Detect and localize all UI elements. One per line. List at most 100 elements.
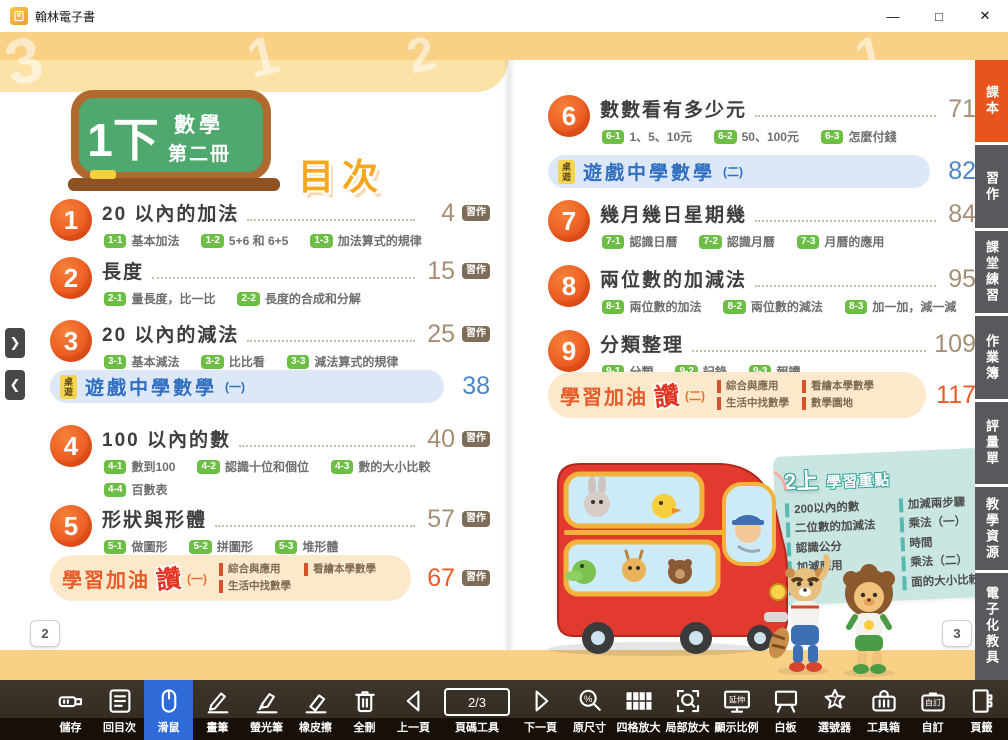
section-item[interactable]: 7-1認識日曆 (602, 233, 677, 250)
minimize-button[interactable]: — (870, 0, 916, 32)
toolbar-原尺寸[interactable]: %原尺寸 (565, 680, 614, 740)
section-item[interactable]: 7-3月曆的應用 (797, 233, 884, 250)
toolbar-四格放大[interactable]: 四格放大 (614, 680, 663, 740)
chapter-page-number[interactable]: 84 (944, 202, 976, 227)
learning-boost-row[interactable]: 學習加油讚(二)綜合與應用生活中找數學看繪本學數學數學園地 (548, 372, 926, 418)
boardgame-row[interactable]: 桌遊遊戲中學數學(二) (548, 155, 930, 188)
toolbar-label: 全刪 (354, 719, 376, 735)
chapter-title[interactable]: 長度 (102, 257, 144, 284)
chapter-page-number[interactable]: 15 (423, 259, 455, 284)
toolbar-上一頁[interactable]: 上一頁 (389, 680, 438, 740)
toolbar-橡皮擦[interactable]: 橡皮擦 (291, 680, 340, 740)
dotted-leader (239, 444, 415, 447)
section-item[interactable]: 1-25+6 和 6+5 (201, 232, 288, 249)
chapter-page-number[interactable]: 71 (944, 97, 976, 122)
chapter-page-number[interactable]: 40 (423, 427, 455, 452)
section-item[interactable]: 8-3加一加，減一減 (845, 298, 956, 315)
toolbar-螢光筆[interactable]: 螢光筆 (242, 680, 291, 740)
section-title: 兩位數的減法 (751, 298, 823, 315)
sidebar-tab-課堂練習[interactable]: 課堂練習 (975, 231, 1008, 313)
chapter-title[interactable]: 100 以內的數 (102, 425, 231, 452)
learning-boost-page-number[interactable]: 117 (936, 381, 976, 410)
learning-boost-zan: 讚 (154, 559, 183, 597)
section-item[interactable]: 8-1兩位數的加法 (602, 298, 701, 315)
prev-page-edge-button[interactable]: ❮ (5, 370, 25, 400)
sidebar-tab-評量單[interactable]: 評量單 (975, 402, 1008, 484)
toolbar-白板[interactable]: 白板 (761, 680, 810, 740)
homework-badge[interactable]: 習作 (462, 511, 490, 527)
chapter-title[interactable]: 形狀與形體 (102, 505, 207, 532)
sidebar-tab-教學資源[interactable]: 教學資源 (975, 487, 1008, 569)
toolbar-自訂[interactable]: 自訂自訂 (908, 680, 957, 740)
section-item[interactable]: 2-2長度的合成和分解 (237, 290, 360, 307)
section-item[interactable]: 6-11、5、10元 (602, 128, 692, 145)
section-code-badge: 1-3 (310, 234, 332, 248)
maximize-button[interactable]: □ (916, 0, 962, 32)
toolbar-回目次[interactable]: 回目次 (95, 680, 144, 740)
page-indicator[interactable]: 2/3 (444, 688, 510, 716)
homework-badge[interactable]: 習作 (462, 326, 490, 342)
chapter-number-circle: 8 (548, 265, 590, 307)
toolbar-局部放大[interactable]: 局部放大 (663, 680, 712, 740)
right-page-corner-number[interactable]: 3 (942, 620, 972, 647)
homework-badge[interactable]: 習作 (462, 431, 490, 447)
left-page-corner-number[interactable]: 2 (30, 620, 60, 647)
section-code-badge: 8-2 (723, 300, 745, 314)
toolbar-label: 白板 (775, 719, 797, 735)
chapter-title[interactable]: 20 以內的加法 (102, 199, 239, 226)
toolbar-選號器[interactable]: 7選號器 (810, 680, 859, 740)
chapter-title[interactable]: 分類整理 (600, 330, 684, 357)
section-item[interactable]: 7-2認識月曆 (699, 233, 774, 250)
chapter-page-number[interactable]: 25 (423, 322, 455, 347)
toolbar-儲存[interactable]: 儲存 (46, 680, 95, 740)
section-item[interactable]: 1-1基本加法 (104, 232, 179, 249)
section-item[interactable]: 3-1基本減法 (104, 353, 179, 370)
chapter-title[interactable]: 數數看有多少元 (600, 95, 747, 122)
section-item[interactable]: 4-2認識十位和個位 (197, 458, 308, 475)
toolbar-滑鼠[interactable]: 滑鼠 (144, 680, 193, 740)
section-item[interactable]: 2-1量長度，比一比 (104, 290, 215, 307)
section-item[interactable]: 4-3數的大小比較 (331, 458, 430, 475)
section-item[interactable]: 4-1數到100 (104, 458, 175, 475)
homework-badge[interactable]: 習作 (462, 570, 490, 586)
sidebar-tab-課本[interactable]: 課本 (975, 60, 1008, 142)
boardgame-page-number[interactable]: 38 (456, 372, 490, 401)
close-button[interactable]: ✕ (962, 0, 1008, 32)
toolbar-畫筆[interactable]: 畫筆 (193, 680, 242, 740)
toolbar-頁籤[interactable]: 頁籤 (957, 680, 1006, 740)
section-item[interactable]: 6-250、100元 (714, 128, 799, 145)
toolbar-顯示比例[interactable]: 延伸顯示比例 (712, 680, 761, 740)
section-item[interactable]: 3-3減法算式的規律 (287, 353, 398, 370)
page-tab-icon (967, 684, 997, 717)
section-item[interactable]: 5-3堆形體 (275, 538, 338, 555)
section-item[interactable]: 8-2 兩位數的減法 (723, 298, 822, 315)
section-item[interactable]: 5-2拼圖形 (189, 538, 252, 555)
next-page-edge-button[interactable]: ❯ (5, 328, 25, 358)
sidebar-tab-作業簿[interactable]: 作業簿 (975, 316, 1008, 398)
boardgame-page-number[interactable]: 82 (942, 157, 976, 186)
chapter-title[interactable]: 兩位數的加減法 (600, 265, 747, 292)
chapter-page-number[interactable]: 57 (423, 507, 455, 532)
chapter-page-number[interactable]: 109 (934, 332, 976, 357)
toolbar-頁碼工具[interactable]: 2/3頁碼工具 (438, 680, 516, 740)
chapter-title[interactable]: 幾月幾日星期幾 (600, 200, 747, 227)
homework-badge[interactable]: 習作 (462, 263, 490, 279)
chapter-page-number[interactable]: 95 (944, 267, 976, 292)
sidebar-tab-習作[interactable]: 習作 (975, 145, 1008, 227)
section-title: 兩位數的加法 (629, 298, 701, 315)
section-item[interactable]: 3-2比比看 (201, 353, 264, 370)
section-item[interactable]: 4-4百數表 (104, 481, 167, 498)
section-item[interactable]: 5-1做圖形 (104, 538, 167, 555)
toolbar-全刪[interactable]: 全刪 (340, 680, 389, 740)
homework-badge[interactable]: 習作 (462, 205, 490, 221)
learning-boost-page-number[interactable]: 67 (421, 564, 455, 593)
section-item[interactable]: 6-3怎麼付錢 (821, 128, 896, 145)
boardgame-row[interactable]: 桌遊遊戲中學數學(一) (50, 370, 444, 403)
section-item[interactable]: 1-3加法算式的規律 (310, 232, 421, 249)
toolbar-工具箱[interactable]: 工具箱 (859, 680, 908, 740)
learning-boost-row[interactable]: 學習加油讚(一)綜合與應用生活中找數學看繪本學數學 (50, 555, 411, 601)
toolbar-下一頁[interactable]: 下一頁 (516, 680, 565, 740)
sidebar-tab-電子化教具[interactable]: 電子化教具 (975, 573, 1008, 680)
chapter-title[interactable]: 20 以內的減法 (102, 320, 239, 347)
chapter-page-number[interactable]: 4 (423, 201, 455, 226)
